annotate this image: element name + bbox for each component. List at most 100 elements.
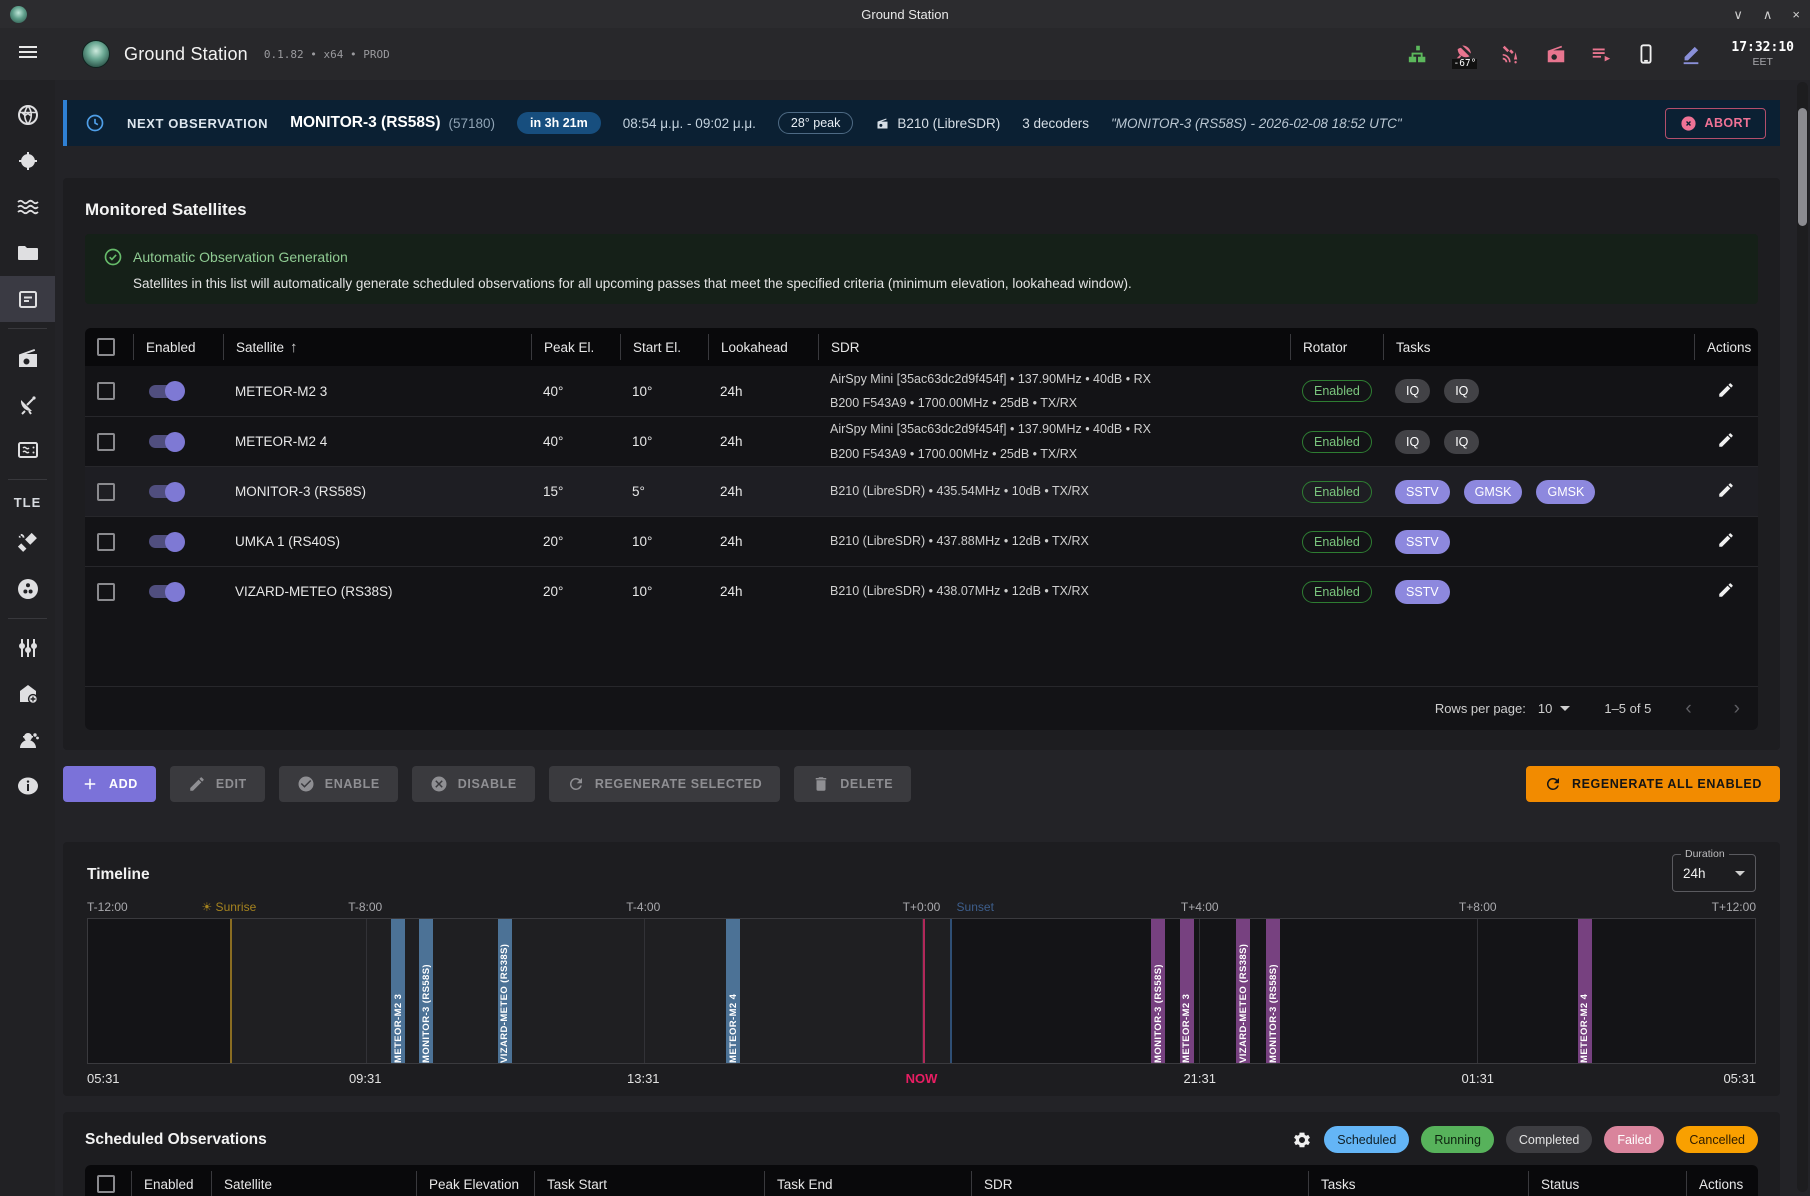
column-header-sdr[interactable]: SDR [818, 334, 1290, 360]
timeline-pass-bar[interactable]: METEOR-M2 3 [391, 919, 405, 1063]
sidebar-item-operators[interactable] [0, 717, 55, 763]
timeline-pass-bar[interactable]: METEOR-M2 3 [1180, 919, 1194, 1063]
enabled-toggle[interactable] [149, 485, 181, 498]
row-checkbox[interactable] [97, 483, 115, 501]
filter-chip-failed[interactable]: Failed [1604, 1126, 1664, 1153]
satellite-alert-icon[interactable] [1500, 43, 1522, 65]
row-checkbox[interactable] [97, 583, 115, 601]
network-status-icon[interactable] [1407, 43, 1429, 65]
sidebar-item-about[interactable] [0, 763, 55, 809]
column-header-lookahead[interactable]: Lookahead [708, 334, 818, 360]
timeline-time-label: 21:31 [1183, 1071, 1216, 1086]
sidebar-item-recordings[interactable] [0, 566, 55, 612]
window-minimize-button[interactable]: ∨ [1733, 8, 1743, 21]
timeline-pass-bar[interactable]: METEOR-M2 4 [1578, 919, 1592, 1063]
prev-page-button[interactable]: ‹ [1685, 698, 1691, 720]
draw-edit-icon[interactable] [1680, 43, 1702, 65]
enabled-toggle[interactable] [149, 585, 181, 598]
select-all-checkbox[interactable] [97, 338, 115, 356]
column-header-satellite[interactable]: Satellite [211, 1171, 416, 1196]
filter-chip-completed[interactable]: Completed [1506, 1126, 1592, 1153]
delete-button[interactable]: DELETE [794, 766, 911, 802]
edit-row-button[interactable] [1717, 431, 1735, 452]
table-row[interactable]: UMKA 1 (RS40S)20°10°24hB210 (LibreSDR) •… [85, 516, 1758, 566]
column-header-tasks[interactable]: Tasks [1383, 334, 1694, 360]
column-header-tstart[interactable]: Task Start [534, 1171, 764, 1196]
column-header-tend[interactable]: Task End [764, 1171, 971, 1196]
mobile-device-icon[interactable] [1635, 43, 1657, 65]
column-header-start[interactable]: Start El. [620, 334, 708, 360]
enabled-toggle[interactable] [149, 385, 181, 398]
timeline-pass-bar[interactable]: MONITOR-3 (RS58S) [419, 919, 433, 1063]
column-header-enabled[interactable]: Enabled [133, 334, 223, 360]
regenerate-all-button[interactable]: REGENERATE ALL ENABLED [1526, 766, 1780, 802]
menu-icon[interactable] [16, 40, 42, 69]
add-button[interactable]: ADD [63, 766, 156, 802]
table-row[interactable]: MONITOR-3 (RS58S)15°5°24hB210 (LibreSDR)… [85, 466, 1758, 516]
app-icon [10, 6, 27, 23]
edit-row-button[interactable] [1717, 381, 1735, 402]
table-row[interactable]: METEOR-M2 440°10°24hAirSpy Mini [35ac63d… [85, 416, 1758, 466]
scrollbar-thumb[interactable] [1798, 108, 1807, 226]
enabled-toggle[interactable] [149, 435, 181, 448]
monitored-satellites-title: Monitored Satellites [85, 200, 1758, 220]
select-all-checkbox[interactable] [97, 1175, 115, 1193]
rotator-status-icon[interactable]: -67° [1452, 39, 1477, 69]
enabled-toggle[interactable] [149, 535, 181, 548]
task-chip: SSTV [1395, 580, 1450, 604]
column-header-satellite[interactable]: Satellite↑ [223, 334, 531, 360]
column-header-tasks[interactable]: Tasks [1308, 1171, 1528, 1196]
sidebar-item-globe[interactable] [0, 92, 55, 138]
sidebar-item-rotator[interactable] [0, 381, 55, 427]
next-page-button[interactable]: › [1734, 698, 1740, 720]
column-header-enabled[interactable]: Enabled [131, 1171, 211, 1196]
timeline-pass-bar[interactable]: VIZARD-METEO (RS38S) [1236, 919, 1250, 1063]
window-maximize-button[interactable]: ∧ [1763, 8, 1773, 21]
disable-button[interactable]: DISABLE [412, 766, 535, 802]
duration-select[interactable]: Duration 24h [1672, 854, 1756, 892]
table-row[interactable]: METEOR-M2 340°10°24hAirSpy Mini [35ac63d… [85, 366, 1758, 416]
abort-button[interactable]: ABORT [1665, 108, 1766, 139]
edit-row-button[interactable] [1717, 581, 1735, 602]
filter-chip-running[interactable]: Running [1421, 1126, 1494, 1153]
rows-per-page-select[interactable]: 10 [1538, 701, 1570, 716]
table-row[interactable]: VIZARD-METEO (RS38S)20°10°24hB210 (Libre… [85, 566, 1758, 616]
nav-sidebar: TLE [0, 80, 55, 1196]
column-header-actions[interactable]: Actions [1686, 1171, 1758, 1196]
edit-button[interactable]: EDIT [170, 766, 265, 802]
sidebar-item-satellites[interactable] [0, 520, 55, 566]
radio-off-icon[interactable] [1545, 43, 1567, 65]
edit-row-button[interactable] [1717, 531, 1735, 552]
enable-button[interactable]: ENABLE [279, 766, 398, 802]
observations-settings-button[interactable] [1292, 1130, 1312, 1150]
timeline-pass-bar[interactable]: VIZARD-METEO (RS38S) [498, 919, 512, 1063]
sidebar-item-add-station[interactable] [0, 671, 55, 717]
row-checkbox[interactable] [97, 533, 115, 551]
sidebar-item-decoders[interactable] [0, 427, 55, 473]
column-header-actions[interactable]: Actions [1694, 334, 1758, 360]
sidebar-item-radios[interactable] [0, 335, 55, 381]
column-header-sdr[interactable]: SDR [971, 1171, 1308, 1196]
window-close-button[interactable]: × [1792, 8, 1800, 21]
column-header-peak[interactable]: Peak El. [531, 334, 620, 360]
column-header-rotator[interactable]: Rotator [1290, 334, 1383, 360]
filter-chip-cancelled[interactable]: Cancelled [1676, 1126, 1758, 1153]
timeline-pass-bar[interactable]: METEOR-M2 4 [726, 919, 740, 1063]
queue-icon[interactable] [1590, 43, 1612, 65]
sidebar-item-schedule[interactable] [0, 276, 55, 322]
page-scrollbar[interactable] [1797, 82, 1808, 1192]
row-checkbox[interactable] [97, 433, 115, 451]
row-checkbox[interactable] [97, 382, 115, 400]
column-header-status[interactable]: Status [1528, 1171, 1686, 1196]
sidebar-item-settings-sliders[interactable] [0, 625, 55, 671]
column-header-peak[interactable]: Peak Elevation [416, 1171, 534, 1196]
plus-icon [81, 775, 99, 793]
regenerate-selected-button[interactable]: REGENERATE SELECTED [549, 766, 780, 802]
timeline-pass-bar[interactable]: MONITOR-3 (RS58S) [1151, 919, 1165, 1063]
timeline-pass-bar[interactable]: MONITOR-3 (RS58S) [1266, 919, 1280, 1063]
edit-row-button[interactable] [1717, 481, 1735, 502]
sidebar-item-files[interactable] [0, 230, 55, 276]
filter-chip-scheduled[interactable]: Scheduled [1324, 1126, 1409, 1153]
sidebar-item-waterfall[interactable] [0, 184, 55, 230]
sidebar-item-location[interactable] [0, 138, 55, 184]
